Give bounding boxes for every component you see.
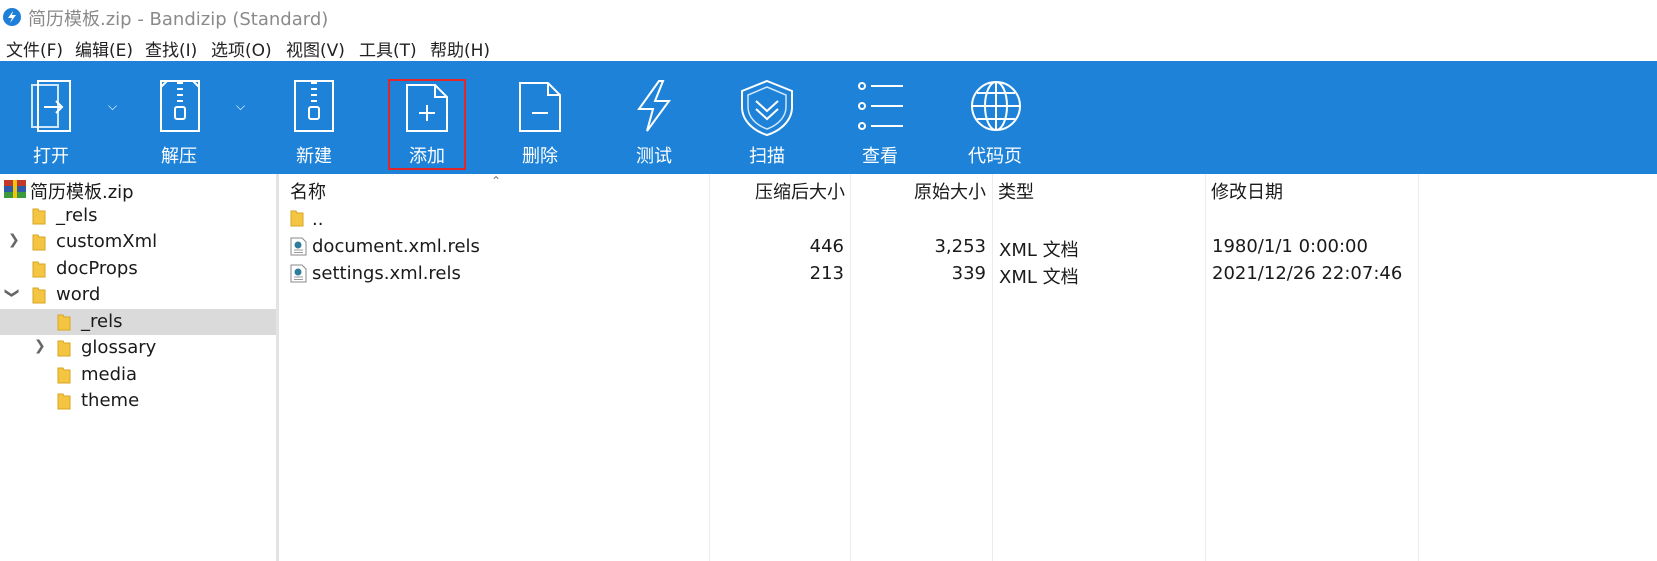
folder-icon xyxy=(32,287,46,304)
tree-item-label: glossary xyxy=(81,337,157,358)
menu-file[interactable]: 文件(F) xyxy=(6,36,63,61)
folder-icon xyxy=(57,367,71,384)
menu-options[interactable]: 选项(O) xyxy=(211,36,272,61)
view-label: 查看 xyxy=(862,146,898,167)
test-button[interactable]: 测试 xyxy=(617,61,691,174)
open-dropdown-icon[interactable]: ⌵ xyxy=(108,99,117,114)
tree-item-label: docProps xyxy=(56,258,138,279)
tree-item-label: media xyxy=(81,364,138,385)
file-name: document.xml.rels xyxy=(312,236,480,257)
xml-document-icon xyxy=(290,264,307,283)
compressed-size: 213 xyxy=(809,263,844,284)
delete-button[interactable]: 删除 xyxy=(503,61,577,174)
original-size: 3,253 xyxy=(934,236,986,257)
add-label: 添加 xyxy=(409,146,445,167)
codepage-button[interactable]: 代码页 xyxy=(955,61,1035,174)
list-view-icon xyxy=(858,82,903,130)
tree-root[interactable]: 简历模板.zip xyxy=(0,176,276,203)
tree-item-rels[interactable]: _rels xyxy=(0,203,276,229)
compressed-size: 446 xyxy=(809,236,844,257)
parent-folder-label: .. xyxy=(312,209,324,230)
folder-icon xyxy=(57,340,71,357)
tree-item-word-rels[interactable]: _rels xyxy=(0,309,276,335)
sort-ascending-icon: ⌃ xyxy=(491,174,502,188)
tree-item-label: word xyxy=(56,284,101,305)
tree-item-word[interactable]: ❯ word xyxy=(0,282,276,308)
tree-item-label: _rels xyxy=(81,311,123,332)
open-button[interactable]: 打开 xyxy=(14,61,88,174)
new-button[interactable]: 新建 xyxy=(277,61,351,174)
extract-dropdown-icon[interactable]: ⌵ xyxy=(236,99,245,114)
bandizip-logo-icon xyxy=(3,8,21,26)
new-label: 新建 xyxy=(296,146,332,167)
scan-button[interactable]: 扫描 xyxy=(730,61,804,174)
menu-help[interactable]: 帮助(H) xyxy=(430,36,490,61)
modified-date: 1980/1/1 0:00:00 xyxy=(1212,236,1368,257)
extract-label: 解压 xyxy=(161,146,197,167)
tree-item-customxml[interactable]: ❯ customXml xyxy=(0,229,276,255)
tree-item-docprops[interactable]: docProps xyxy=(0,256,276,282)
file-list: ⌃ 名称 压缩后大小 原始大小 类型 修改日期 .. document.xml.… xyxy=(279,174,1657,561)
column-header-type[interactable]: 类型 xyxy=(998,178,1034,204)
menu-find[interactable]: 查找(I) xyxy=(145,36,197,61)
scan-label: 扫描 xyxy=(749,146,785,167)
shield-icon xyxy=(741,79,793,137)
open-icon xyxy=(31,80,71,132)
menu-view[interactable]: 视图(V) xyxy=(286,36,345,61)
folder-icon xyxy=(57,314,71,331)
tree-root-label: 简历模板.zip xyxy=(30,182,134,203)
folder-icon xyxy=(57,393,71,410)
menu-edit[interactable]: 编辑(E) xyxy=(75,36,133,61)
extract-icon xyxy=(160,80,200,132)
folder-icon xyxy=(32,261,46,278)
delete-label: 删除 xyxy=(522,146,558,167)
extract-button[interactable]: 解压 xyxy=(142,61,216,174)
file-name: settings.xml.rels xyxy=(312,263,461,284)
expand-chevron-icon[interactable]: ❯ xyxy=(8,232,20,248)
folder-icon xyxy=(290,210,304,227)
tree-item-theme[interactable]: theme xyxy=(0,388,276,414)
xml-document-icon xyxy=(290,237,307,256)
file-type: XML 文档 xyxy=(999,240,1079,261)
column-header-compressed-size[interactable]: 压缩后大小 xyxy=(755,178,845,204)
folder-icon xyxy=(32,208,46,225)
toolbar: 打开 ⌵ 解压 ⌵ 新建 添加 删除 测试 扫描 查看 代码页 xyxy=(0,61,1657,174)
tree-item-glossary[interactable]: ❯ glossary xyxy=(0,335,276,361)
tree-item-label: theme xyxy=(81,390,140,411)
window-title: 简历模板.zip - Bandizip (Standard) xyxy=(28,9,329,30)
tree-item-label: customXml xyxy=(56,231,158,252)
column-header-modified[interactable]: 修改日期 xyxy=(1211,178,1283,204)
tree-item-media[interactable]: media xyxy=(0,362,276,388)
view-button[interactable]: 查看 xyxy=(843,61,917,174)
open-label: 打开 xyxy=(33,146,69,167)
add-file-icon xyxy=(406,84,448,132)
file-type: XML 文档 xyxy=(999,267,1079,288)
menu-bar: 文件(F) 编辑(E) 查找(I) 选项(O) 视图(V) 工具(T) 帮助(H… xyxy=(0,33,1657,61)
globe-icon xyxy=(971,81,1021,131)
tree-item-label: _rels xyxy=(56,205,98,226)
add-button[interactable]: 添加 xyxy=(388,79,466,170)
zip-archive-icon xyxy=(4,180,26,198)
codepage-label: 代码页 xyxy=(968,146,1022,167)
delete-file-icon xyxy=(519,82,561,132)
new-archive-icon xyxy=(294,80,334,132)
parent-folder-row[interactable]: .. xyxy=(279,206,1657,233)
modified-date: 2021/12/26 22:07:46 xyxy=(1212,263,1403,284)
menu-tools[interactable]: 工具(T) xyxy=(359,36,417,61)
collapse-chevron-icon[interactable]: ❯ xyxy=(4,287,20,299)
lightning-icon xyxy=(637,80,671,132)
test-label: 测试 xyxy=(636,146,672,167)
expand-chevron-icon[interactable]: ❯ xyxy=(34,338,46,354)
column-header-name[interactable]: 名称 xyxy=(290,178,326,204)
table-row[interactable]: settings.xml.rels 213 339 XML 文档 2021/12… xyxy=(279,260,1657,288)
column-header-original-size[interactable]: 原始大小 xyxy=(914,178,986,204)
original-size: 339 xyxy=(951,263,986,284)
table-row[interactable]: document.xml.rels 446 3,253 XML 文档 1980/… xyxy=(279,233,1657,261)
title-bar: 简历模板.zip - Bandizip (Standard) xyxy=(0,0,1657,33)
folder-tree: 简历模板.zip _rels ❯ customXml docProps ❯ wo… xyxy=(0,174,279,561)
folder-icon xyxy=(32,234,46,251)
